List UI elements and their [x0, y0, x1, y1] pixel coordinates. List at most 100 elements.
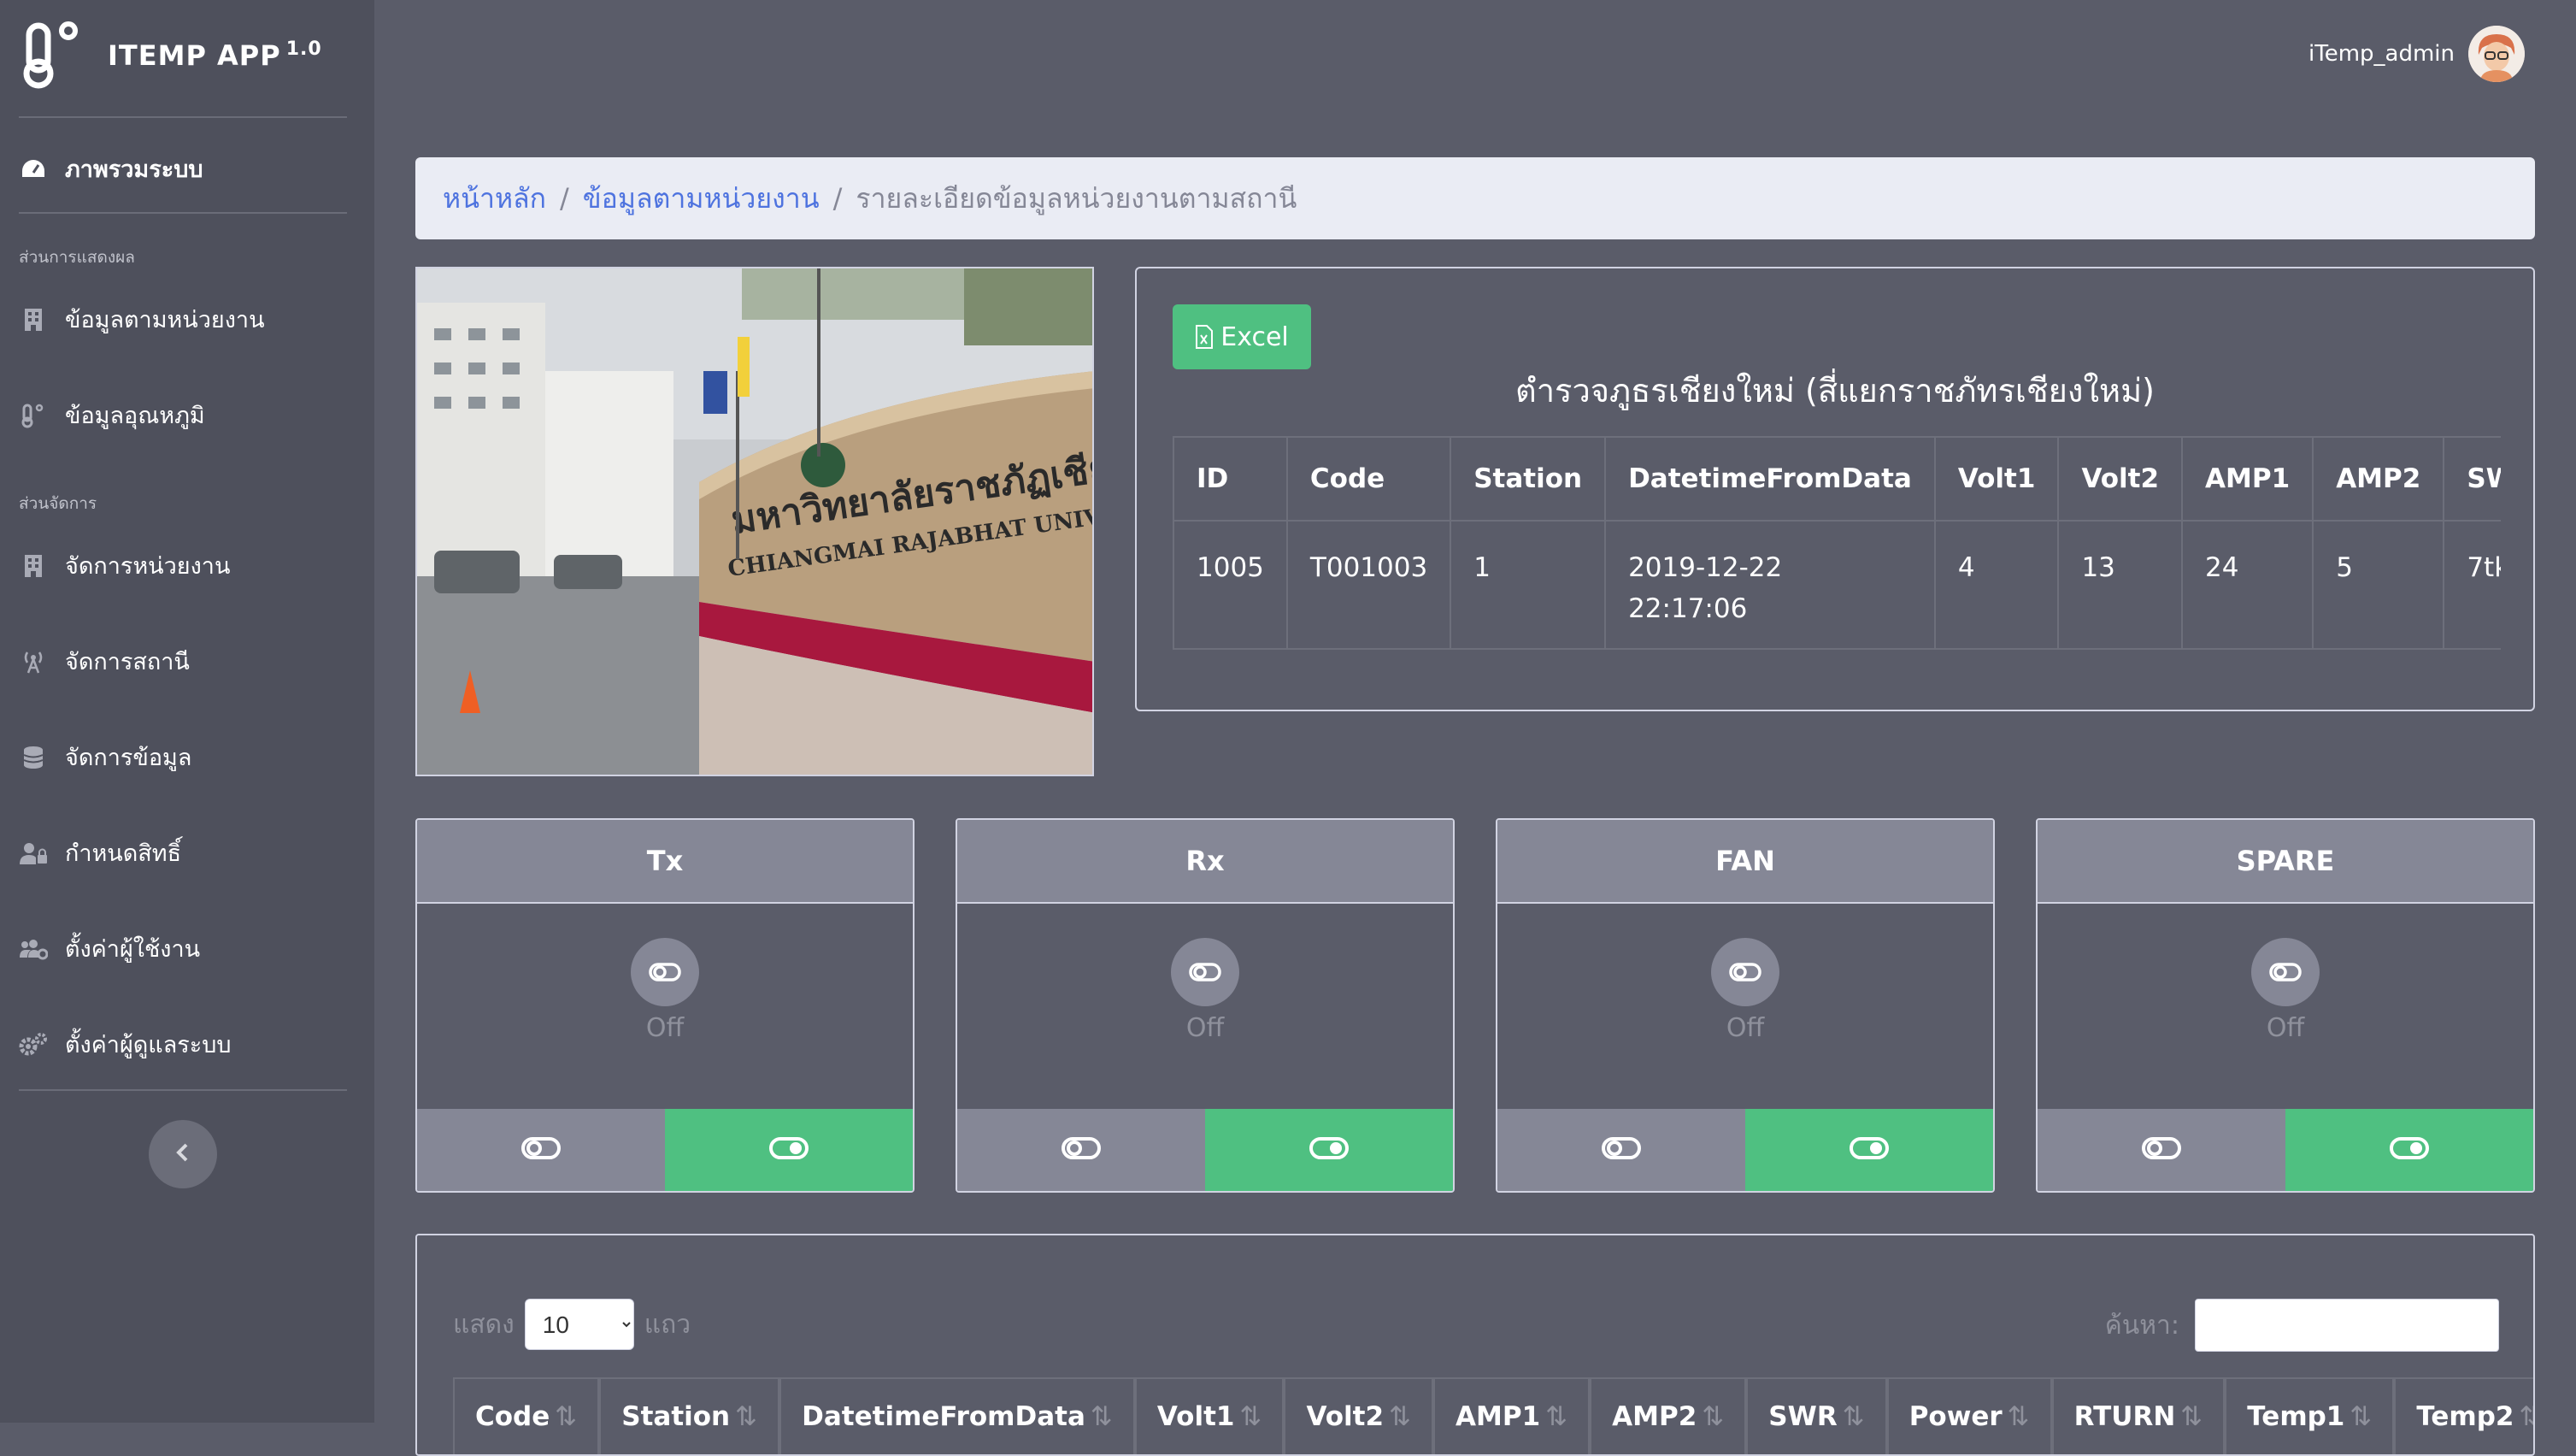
sidebar-item-unit-data[interactable]: ข้อมูลตามหน่วยงาน — [19, 301, 265, 338]
toggle-off-icon — [521, 1136, 561, 1164]
turn-off-button[interactable] — [2038, 1109, 2285, 1191]
excel-export-button[interactable]: Excel — [1173, 304, 1311, 369]
thermometer-logo-icon — [21, 21, 80, 89]
panel-spare: SPARE Off — [2036, 818, 2535, 1193]
sort-icon: ⇅ — [735, 1401, 758, 1432]
column-header-amp2[interactable]: AMP2 ⇅ — [1590, 1377, 1747, 1454]
sidebar-item-permissions[interactable]: กำหนดสิทธิ์ — [19, 834, 181, 871]
turn-off-button[interactable] — [417, 1109, 665, 1191]
sidebar: ITEMP APP 1.0 ภาพรวมระบบ ส่วนการแสดงผล ข้… — [0, 0, 374, 1423]
file-excel-icon — [1195, 325, 1214, 349]
sidebar-divider — [19, 116, 347, 118]
table-cell: 13 — [2057, 520, 2184, 650]
sidebar-item-dashboard[interactable]: ภาพรวมระบบ — [19, 150, 203, 187]
panel-fan: FAN Off — [1496, 818, 1995, 1193]
column-header-power[interactable]: Power ⇅ — [1886, 1377, 2052, 1454]
table-cell: T001003 — [1285, 520, 1452, 650]
column-header-temp1[interactable]: Temp1 ⇅ — [2225, 1377, 2395, 1454]
table-search: ค้นหา: — [2105, 1299, 2499, 1352]
column-header: Volt1 — [1933, 436, 2060, 522]
column-header-volt1[interactable]: Volt1 ⇅ — [1134, 1377, 1285, 1454]
sidebar-heading-display: ส่วนการแสดงผล — [19, 248, 135, 267]
toggle-on-icon — [1309, 1136, 1349, 1164]
user-menu[interactable]: iTemp_admin — [2308, 26, 2525, 82]
building-icon — [19, 305, 48, 334]
turn-on-button[interactable] — [1205, 1109, 1453, 1191]
column-header: AMP1 — [2181, 436, 2314, 522]
table-cell-datetime: 2019-12-22 22:17:06 — [1604, 520, 1936, 650]
breadcrumb-unit-data-link[interactable]: ข้อมูลตามหน่วยงาน — [583, 177, 820, 221]
user-lock-icon — [19, 839, 48, 868]
toggle-on-icon — [2390, 1136, 2429, 1164]
sidebar-divider — [19, 1089, 347, 1091]
column-header-amp1[interactable]: AMP1 ⇅ — [1433, 1377, 1591, 1454]
turn-on-button[interactable] — [2285, 1109, 2533, 1191]
toggle-off-icon — [1062, 1136, 1101, 1164]
panel-status: Off — [2038, 938, 2533, 1043]
column-header: DatetimeFromData — [1604, 436, 1936, 522]
table-cell: 5 — [2312, 520, 2445, 650]
column-header-volt2[interactable]: Volt2 ⇅ — [1284, 1377, 1434, 1454]
toggle-off-icon — [1602, 1136, 1641, 1164]
sidebar-item-temperature[interactable]: ข้อมูลอุณหภูมิ — [19, 397, 205, 433]
sort-icon: ⇅ — [1545, 1401, 1568, 1432]
panel-rx: Rx Off — [956, 818, 1455, 1193]
breadcrumb-separator: / — [560, 182, 569, 215]
column-header-rturn[interactable]: RTURN ⇅ — [2051, 1377, 2226, 1454]
turn-off-button[interactable] — [1497, 1109, 1745, 1191]
status-label: Off — [1185, 1013, 1225, 1043]
users-cog-icon — [19, 934, 48, 964]
sidebar-item-manage-units[interactable]: จัดการหน่วยงาน — [19, 547, 230, 584]
column-header-code[interactable]: Code ⇅ — [453, 1377, 600, 1454]
broadcast-tower-icon — [19, 647, 48, 676]
panel-title: Rx — [957, 820, 1453, 904]
toggle-status-icon — [1171, 938, 1239, 1006]
column-header: Station — [1450, 436, 1607, 522]
tachometer-icon — [19, 155, 48, 184]
panel-status: Off — [417, 938, 913, 1043]
breadcrumb-home-link[interactable]: หน้าหลัก — [443, 177, 546, 221]
station-data-table: ID Code Station DatetimeFromData Volt1 V… — [1173, 436, 2501, 658]
avatar — [2468, 26, 2525, 82]
sort-icon: ⇅ — [1239, 1401, 1262, 1432]
table-cell: 1005 — [1173, 520, 1288, 650]
table-cell: 4 — [1933, 520, 2060, 650]
panel-title: Tx — [417, 820, 913, 904]
sidebar-item-admin-settings[interactable]: ตั้งค่าผู้ดูแลระบบ — [19, 1026, 232, 1063]
column-header-datetime[interactable]: DatetimeFromData ⇅ — [779, 1377, 1135, 1454]
breadcrumb: หน้าหลัก / ข้อมูลตามหน่วยงาน / รายละเอีย… — [415, 157, 2535, 239]
page-length-select[interactable]: 10 — [524, 1299, 634, 1350]
status-label: Off — [2266, 1013, 2305, 1043]
status-label: Off — [645, 1013, 685, 1043]
turn-on-button[interactable] — [1745, 1109, 1993, 1191]
panel-status: Off — [957, 938, 1453, 1043]
sidebar-item-manage-data[interactable]: จัดการข้อมูล — [19, 739, 191, 775]
toggle-on-icon — [769, 1136, 809, 1164]
sort-icon: ⇅ — [2520, 1401, 2534, 1432]
breadcrumb-current: รายละเอียดข้อมูลหน่วยงานตามสถานี — [856, 181, 1297, 215]
column-header-temp2[interactable]: Temp2⇅ — [2394, 1377, 2534, 1454]
column-header-station[interactable]: Station ⇅ — [599, 1377, 780, 1454]
brand-name: ITEMP APP 1.0 — [108, 38, 322, 72]
sort-icon: ⇅ — [1090, 1401, 1113, 1432]
column-header: Code — [1285, 436, 1452, 522]
panel-status: Off — [1497, 938, 1993, 1043]
sidebar-item-user-settings[interactable]: ตั้งค่าผู้ใช้งาน — [19, 930, 200, 967]
status-label: Off — [1726, 1013, 1765, 1043]
breadcrumb-separator: / — [832, 182, 843, 215]
sidebar-item-manage-stations[interactable]: จัดการสถานี — [19, 643, 190, 680]
column-header-swr[interactable]: SWR ⇅ — [1746, 1377, 1887, 1454]
user-name: iTemp_admin — [2308, 41, 2455, 67]
turn-off-button[interactable] — [957, 1109, 1205, 1191]
station-photo: มหาวิทยาลัยราชภัฏเชียงใหม่ CHIANGMAI RAJ… — [415, 267, 1094, 776]
panel-title: SPARE — [2038, 820, 2533, 904]
toggle-status-icon — [631, 938, 699, 1006]
search-input[interactable] — [2195, 1299, 2499, 1352]
column-header: Volt2 — [2057, 436, 2184, 522]
brand[interactable]: ITEMP APP 1.0 — [21, 21, 322, 89]
table-cell: 1 — [1450, 520, 1607, 650]
sidebar-toggle-button[interactable] — [149, 1120, 217, 1188]
turn-on-button[interactable] — [665, 1109, 913, 1191]
history-table-header: Code ⇅ Station ⇅ DatetimeFromData ⇅ Volt1 ⇅ … — [453, 1377, 2534, 1454]
column-header: ID — [1173, 436, 1288, 522]
